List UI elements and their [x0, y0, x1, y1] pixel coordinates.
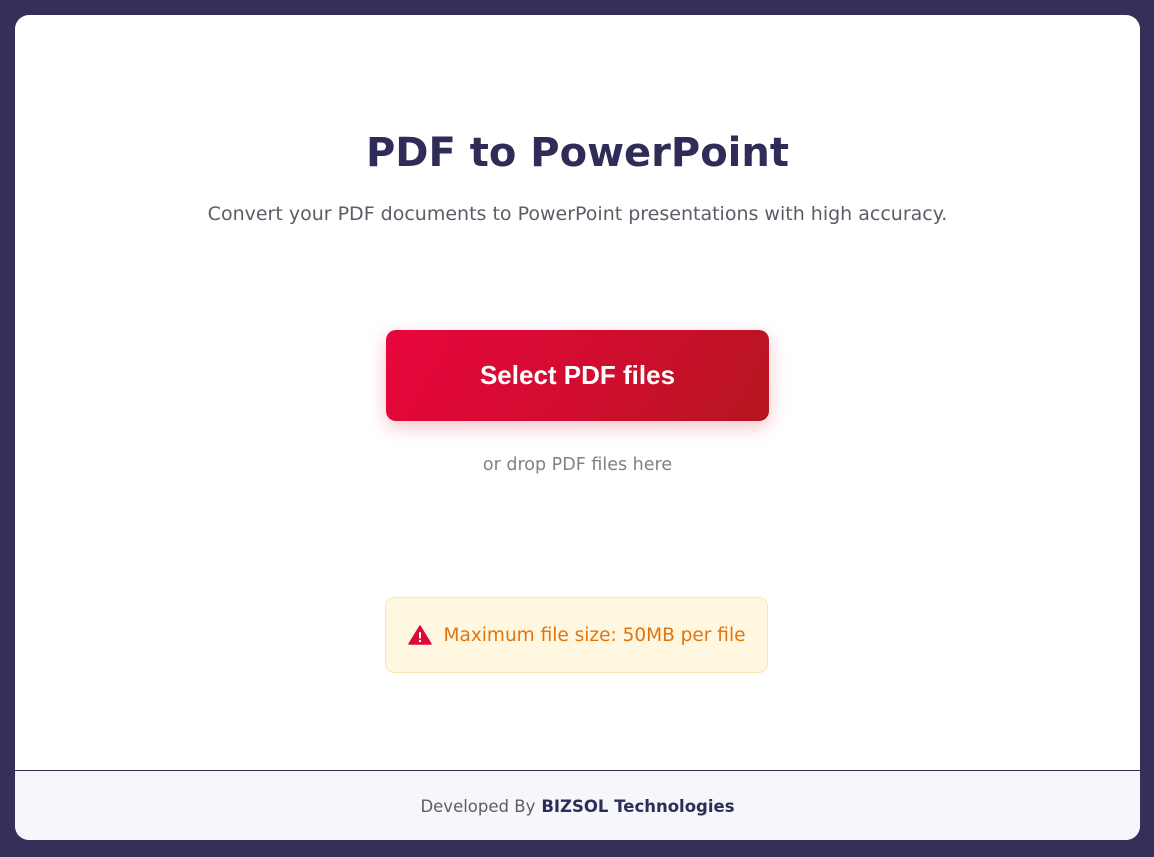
page-subtitle: Convert your PDF documents to PowerPoint…: [207, 203, 948, 225]
drop-zone-hint: or drop PDF files here: [482, 455, 673, 475]
page-title: PDF to PowerPoint: [365, 130, 789, 176]
warning-triangle-icon: [407, 625, 432, 645]
file-size-notice: Maximum file size: 50MB per file: [385, 597, 768, 673]
select-pdf-files-button[interactable]: Select PDF files: [386, 330, 769, 421]
footer-company-name: BIZSOL Technologies: [541, 796, 735, 816]
footer: Developed By BIZSOL Technologies: [15, 770, 1140, 840]
footer-prefix: Developed By: [420, 796, 536, 816]
file-size-notice-text: Maximum file size: 50MB per file: [443, 624, 746, 646]
main-card: PDF to PowerPoint Convert your PDF docum…: [15, 15, 1140, 840]
